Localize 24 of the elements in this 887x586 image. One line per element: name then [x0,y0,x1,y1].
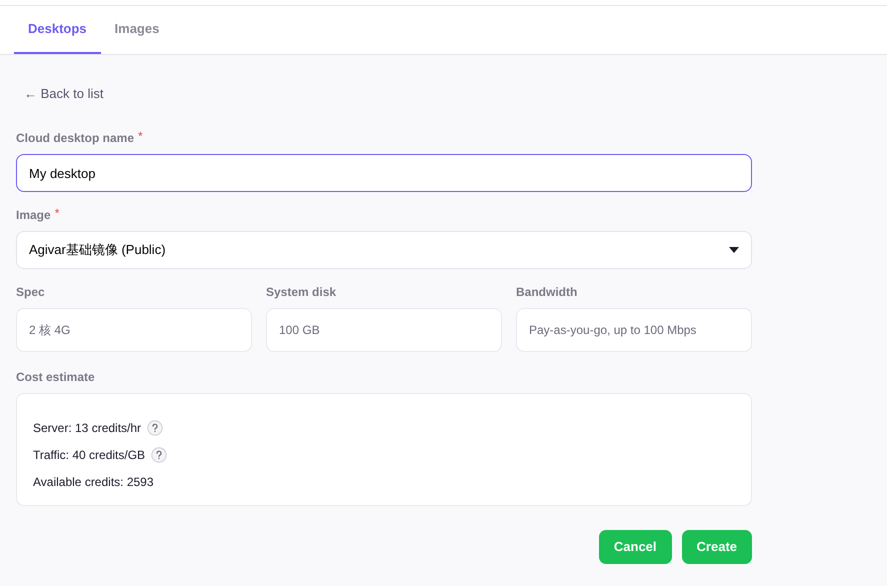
tab[interactable]: Images [100,6,174,54]
back-link[interactable]: ← Back to list [24,86,104,101]
readonly-field: 2 核 4G [16,308,252,352]
cost-line: Available credits: 2593 [33,474,154,490]
required-asterisk: * [54,207,60,219]
field-label: System disk [266,284,336,301]
field-label: Cost estimate [16,369,95,386]
help-icon[interactable] [151,446,168,462]
action-button[interactable]: Cancel [598,530,672,564]
name-input[interactable]: My desktop [16,154,752,192]
field-label: Image [16,207,51,224]
field-label: Cloud desktop name [16,130,134,147]
tab[interactable]: Desktops [14,6,101,54]
readonly-field: Pay-as-you-go, up to 100 Mbps [516,308,752,352]
image-select[interactable]: Agivar基础镜像 (Public) [16,231,752,269]
cost-line: Traffic: 40 credits/GB [33,446,146,464]
field-label: Bandwidth [516,284,578,301]
action-button[interactable]: Create [682,530,752,564]
required-asterisk: * [138,130,143,142]
help-icon[interactable] [147,420,164,436]
caret-icon [729,247,739,253]
field-label: Spec [16,284,45,301]
readonly-field: 100 GB [266,308,502,352]
cost-line: Server: 13 credits/hr [33,420,142,436]
